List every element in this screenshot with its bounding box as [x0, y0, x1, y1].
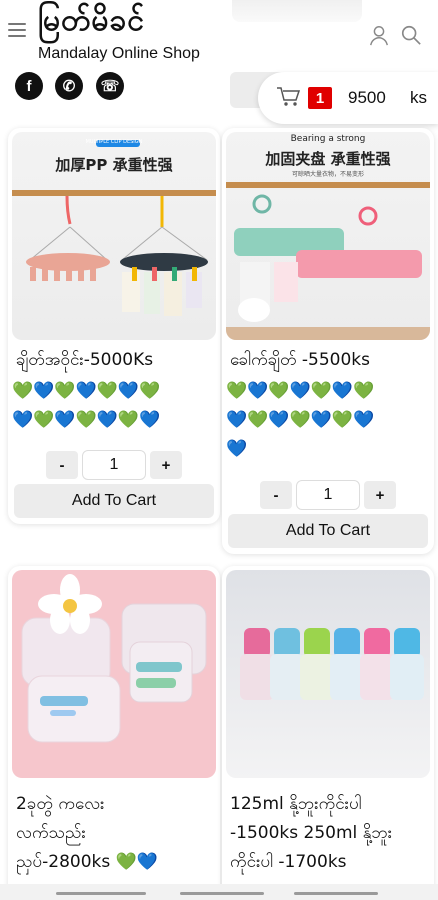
product-image[interactable] [226, 570, 430, 778]
quantity-stepper: - 1 + [260, 480, 396, 510]
product-hearts: 💚💙💚💙💚💙💚 [226, 381, 375, 401]
search-icon[interactable] [400, 24, 422, 46]
product-title[interactable]: ခေါက်ချိတ် -5500ks [230, 346, 370, 375]
user-icon[interactable] [368, 24, 390, 46]
facebook-icon[interactable]: f [15, 72, 43, 100]
nav-home-handle[interactable] [180, 892, 264, 895]
product-hearts: 💙 [226, 439, 248, 459]
product-hearts: 💙💚💙💚💙💚💙 [12, 410, 161, 430]
product-image[interactable] [12, 570, 216, 778]
qty-plus-button[interactable]: + [150, 451, 182, 479]
product-title[interactable]: 125ml နို့ဘူးကိုင်းပါ [230, 790, 362, 819]
image-caption-small: 可晾晒大量衣物，不易变形 [291, 171, 364, 178]
product-card[interactable]: 2ခုတွဲ ကလေး လက်သည်း ညှပ်-2800ks 💚💙 [8, 566, 220, 896]
qty-input[interactable]: 1 [296, 480, 360, 510]
product-title[interactable]: 2ခုတွဲ ကလေး [16, 790, 104, 819]
phone-icon[interactable]: ✆ [55, 72, 83, 100]
nav-recents-handle[interactable] [294, 892, 378, 895]
cart-total: 9500 [348, 88, 386, 107]
image-caption: 加厚PP 承重性强 [55, 156, 173, 174]
add-to-cart-button[interactable]: Add To Cart [228, 514, 428, 548]
product-card[interactable]: Bearing a strong 加固夹盘 承重性强 可晾晒大量衣物，不易变形 … [222, 128, 434, 554]
add-to-cart-button[interactable]: Add To Cart [14, 484, 214, 518]
qty-input[interactable]: 1 [82, 450, 146, 480]
qty-plus-button[interactable]: + [364, 481, 396, 509]
viber-icon[interactable]: ☏ [96, 72, 124, 100]
product-hearts: 💚💙💚💙💚💙💚 [12, 381, 161, 401]
qty-minus-button[interactable]: - [46, 451, 78, 479]
app-header: မြတ်မိခင် Mandalay Online Shop f ✆ ☏ 1 9… [0, 0, 438, 125]
product-title[interactable]: လက်သည်း [16, 819, 86, 848]
brand-subtitle: Mandalay Online Shop [38, 45, 200, 62]
quantity-stepper: - 1 + [46, 450, 182, 480]
image-caption-top: MULTIPLE CLIP DESIGN [85, 139, 143, 145]
product-title[interactable]: ကိုင်းပါ -1700ks [230, 848, 347, 877]
product-image[interactable]: MULTIPLE CLIP DESIGN 加厚PP 承重性强 [12, 132, 216, 340]
product-title[interactable]: ညှပ်-2800ks 💚💙 [16, 848, 158, 877]
cart-currency: ks [410, 88, 427, 107]
image-caption-top: Bearing a strong [290, 134, 366, 144]
brand-title[interactable]: မြတ်မိခင် [38, 0, 145, 45]
scroll-shadow [232, 0, 362, 22]
product-image[interactable]: Bearing a strong 加固夹盘 承重性强 可晾晒大量衣物，不易变形 [226, 132, 430, 340]
product-hearts: 💙💚💙💚💙💚💙 [226, 410, 375, 430]
menu-icon[interactable] [8, 23, 26, 37]
qty-minus-button[interactable]: - [260, 481, 292, 509]
image-caption: 加固夹盘 承重性强 [265, 150, 391, 168]
cart-icon[interactable] [276, 86, 300, 108]
nav-back-handle[interactable] [56, 892, 146, 895]
product-card[interactable]: 125ml နို့ဘူးကိုင်းပါ -1500ks 250ml နို့… [222, 566, 434, 896]
product-title[interactable]: -1500ks 250ml နို့ဘူး [230, 819, 392, 848]
product-card[interactable]: MULTIPLE CLIP DESIGN 加厚PP 承重性强 ချိတ်အဝို… [8, 128, 220, 524]
cart-count-badge: 1 [308, 87, 332, 109]
product-title[interactable]: ချိတ်အဝိုင်း-5000Ks [16, 346, 153, 375]
